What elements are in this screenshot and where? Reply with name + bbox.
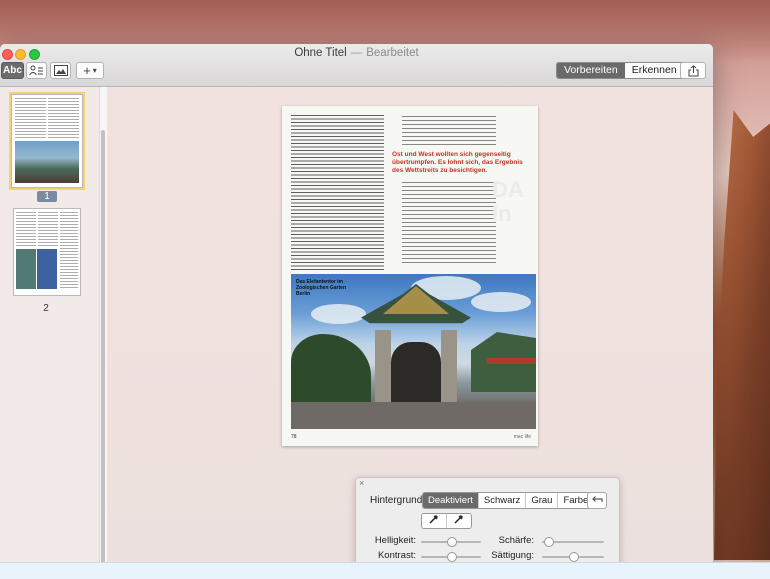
ghost-lettering: DA In [492, 177, 524, 226]
eyedropper-icon [429, 514, 439, 524]
image-adjust-panel: × Hintergrund: Deaktiviert Schwarz Grau … [355, 477, 620, 569]
signature-tool-button[interactable] [26, 62, 47, 79]
mode-recognize-button[interactable]: Erkennen [624, 63, 684, 78]
mode-prepare-button[interactable]: Vorbereiten [557, 63, 625, 78]
background-label: Hintergrund: [370, 495, 426, 506]
photo-ground [291, 402, 536, 429]
photo-red-trim [487, 358, 536, 364]
photo-trees [291, 334, 371, 404]
text-column [402, 182, 496, 264]
sharpness-slider-knob[interactable] [544, 537, 554, 547]
thumb-text-block [38, 212, 58, 247]
thumb-text-block [48, 98, 79, 138]
bottom-strip [0, 562, 770, 579]
brightness-slider-knob[interactable] [447, 537, 457, 547]
eyedropper-white-button[interactable] [447, 514, 471, 528]
saturation-slider-knob[interactable] [569, 552, 579, 562]
text-tool-button[interactable]: Abc [1, 62, 24, 79]
edit-status: Bearbeitet [366, 47, 419, 59]
contrast-slider[interactable] [421, 552, 481, 562]
add-menu-button[interactable]: + ▾ [76, 62, 104, 79]
contrast-label: Kontrast: [377, 550, 416, 561]
background-option-disabled[interactable]: Deaktiviert [423, 493, 479, 508]
undo-arrow-icon [592, 496, 603, 502]
page-number-2[interactable]: 2 [36, 303, 56, 314]
thumb-text-block [60, 212, 78, 290]
photo-cloud [471, 292, 531, 312]
image-icon [53, 65, 68, 76]
saturation-label: Sättigung: [491, 550, 534, 561]
thumb-text-block [16, 212, 36, 247]
eyedropper-black-button[interactable] [422, 514, 447, 528]
image-tool-button[interactable] [50, 62, 71, 79]
thumb-photo [16, 249, 36, 289]
sidebar-scroll-thumb[interactable] [101, 130, 105, 564]
document-photo: Das Elefantentor im Zoologischen Garten … [291, 274, 536, 429]
title-separator: — [350, 47, 363, 59]
sharpness-slider[interactable] [542, 537, 604, 547]
footer-page-number: 78 [291, 434, 297, 440]
share-icon [688, 64, 698, 76]
titlebar: Ohne Titel — Bearbeitet Abc + ▾ Vorbereite… [0, 44, 713, 87]
photo-caption: Das Elefantentor im Zoologischen Garten … [296, 279, 347, 297]
document-page[interactable]: Ost und West wollten sich gegenseitig üb… [282, 106, 538, 446]
thumb-photo [37, 249, 57, 289]
page-number-1[interactable]: 1 [37, 191, 57, 202]
thumb-photo [15, 141, 79, 183]
chevron-down-icon: ▾ [92, 66, 97, 75]
page-thumbnail-1[interactable] [9, 92, 85, 190]
brightness-label: Helligkeit: [374, 535, 416, 546]
mode-segmented-control: Vorbereiten Erkennen [556, 62, 685, 79]
share-button[interactable] [680, 62, 706, 79]
eyedropper-group [421, 513, 472, 529]
pull-quote: Ost und West wollten sich gegenseitig üb… [392, 151, 523, 174]
add-label: + [83, 63, 91, 78]
background-option-black[interactable]: Schwarz [478, 493, 527, 508]
sharpness-label: Schärfe: [498, 535, 534, 546]
background-option-gray[interactable]: Grau [526, 493, 559, 508]
text-column [291, 115, 384, 272]
thumb-text-block [15, 98, 46, 138]
brightness-slider[interactable] [421, 537, 481, 547]
page-footer: mac life 78 [291, 434, 531, 440]
page-thumbnail-2[interactable] [14, 209, 80, 295]
saturation-slider[interactable] [542, 552, 604, 562]
signature-icon [29, 65, 43, 76]
eyedropper-icon [454, 514, 464, 524]
document-name: Ohne Titel [294, 47, 347, 59]
contrast-slider-knob[interactable] [447, 552, 457, 562]
reset-button[interactable] [587, 492, 607, 509]
window-title: Ohne Titel — Bearbeitet [0, 47, 713, 59]
text-column [402, 116, 496, 148]
background-segmented-control: Deaktiviert Schwarz Grau Farbe [422, 492, 595, 509]
footer-brand: mac life [513, 434, 531, 440]
photo-cloud [311, 304, 366, 324]
close-panel-icon[interactable]: × [359, 478, 364, 488]
